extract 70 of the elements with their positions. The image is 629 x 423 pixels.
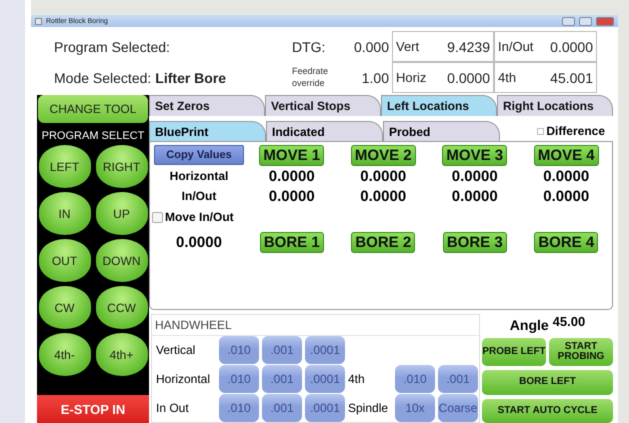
mode-value: Lifter Bore <box>155 70 226 86</box>
jog-button[interactable]: RIGHT <box>96 145 148 188</box>
angle-label: Angle <box>510 317 549 333</box>
bore-button[interactable]: BORE 1 <box>260 232 324 252</box>
jog-button[interactable]: DOWN <box>96 239 148 282</box>
jog-button[interactable]: CCW <box>96 286 148 329</box>
mode-label: Mode Selected: <box>54 70 152 86</box>
program-label: Program Selected: <box>54 38 170 54</box>
program-select-label: PROGRAM SELECT <box>42 130 144 142</box>
axis-label: Horizontal <box>156 372 212 386</box>
readout-field: Vert 9.4239 <box>392 31 494 62</box>
jog-button[interactable]: LEFT <box>38 145 90 188</box>
move-in-out-checkbox[interactable] <box>152 212 163 222</box>
copy-values-button[interactable]: Copy Values <box>154 145 244 165</box>
axis-label: Vertical <box>156 343 196 358</box>
difference-checkbox[interactable] <box>537 128 544 134</box>
move-button[interactable]: MOVE 3 <box>442 144 508 166</box>
dtg-value: 0.000 <box>354 38 389 54</box>
axis-label: Spindle <box>348 400 390 415</box>
sub-tab[interactable]: BluePrint <box>149 121 266 141</box>
sub-tab[interactable]: Probed <box>383 121 500 141</box>
start-probing-button[interactable]: START PROBING <box>549 338 613 366</box>
axis-label: 4th <box>348 372 366 386</box>
location-value: 0.0000 <box>452 188 498 204</box>
tab[interactable]: Vertical Stops <box>265 95 381 116</box>
location-value: 0.0000 <box>268 168 315 184</box>
location-value: 0.0000 <box>360 168 406 184</box>
move-in-out-value: 0.0000 <box>176 234 222 250</box>
location-value: 0.0000 <box>360 188 406 204</box>
tab[interactable]: Set Zeros <box>149 95 265 116</box>
readout-field: Horiz 0.0000 <box>392 62 494 93</box>
jog-button[interactable]: UP <box>96 192 148 235</box>
location-value: 0.0000 <box>452 168 498 184</box>
readout-field: 4th 45.001 <box>494 62 597 93</box>
feedrate-value: 1.00 <box>362 70 389 86</box>
bore-button[interactable]: BORE 3 <box>442 232 507 252</box>
jog-button[interactable]: OUT <box>38 239 90 282</box>
jog-button[interactable]: CW <box>38 286 90 329</box>
location-value: 0.0000 <box>543 168 590 184</box>
estop-button[interactable]: E-STOP IN <box>37 395 149 423</box>
readout-field: In/Out 0.0000 <box>494 31 597 62</box>
row-label: Horizontal <box>170 169 228 183</box>
bore-left-button[interactable]: BORE LEFT <box>482 370 613 394</box>
jog-button[interactable]: 4th- <box>38 333 90 376</box>
tab[interactable]: Left Locations <box>381 95 497 116</box>
row-label: In/Out <box>182 189 216 203</box>
move-button[interactable]: MOVE 1 <box>259 144 324 166</box>
change-tool-button[interactable]: CHANGE TOOL <box>38 95 148 123</box>
axis-label: In Out <box>156 400 190 415</box>
bore-button[interactable]: BORE 2 <box>351 232 416 252</box>
maximize-button[interactable] <box>579 16 592 26</box>
minimize-button[interactable] <box>562 16 575 26</box>
bore-button[interactable]: BORE 4 <box>534 232 598 252</box>
tab[interactable]: Right Locations <box>497 95 613 116</box>
move-button[interactable]: MOVE 2 <box>350 144 416 166</box>
dtg-label: DTG: <box>292 38 326 54</box>
difference-label: Difference <box>546 124 605 138</box>
close-button[interactable] <box>596 16 614 26</box>
jog-button[interactable]: 4th+ <box>96 333 148 376</box>
location-value: 0.0000 <box>268 188 315 204</box>
location-value: 0.0000 <box>543 188 590 204</box>
jog-button[interactable]: IN <box>38 192 90 235</box>
app-icon <box>35 18 42 24</box>
feedrate-label: Feedrate override <box>292 66 330 90</box>
start-auto-cycle-button[interactable]: START AUTO CYCLE <box>482 398 613 423</box>
move-in-out-label: Move In/Out <box>165 210 234 224</box>
move-button[interactable]: MOVE 4 <box>534 144 599 166</box>
probe-left-button[interactable]: PROBE LEFT <box>482 338 546 366</box>
angle-value: 45.00 <box>552 314 586 329</box>
sub-tab[interactable]: Indicated <box>266 121 383 141</box>
